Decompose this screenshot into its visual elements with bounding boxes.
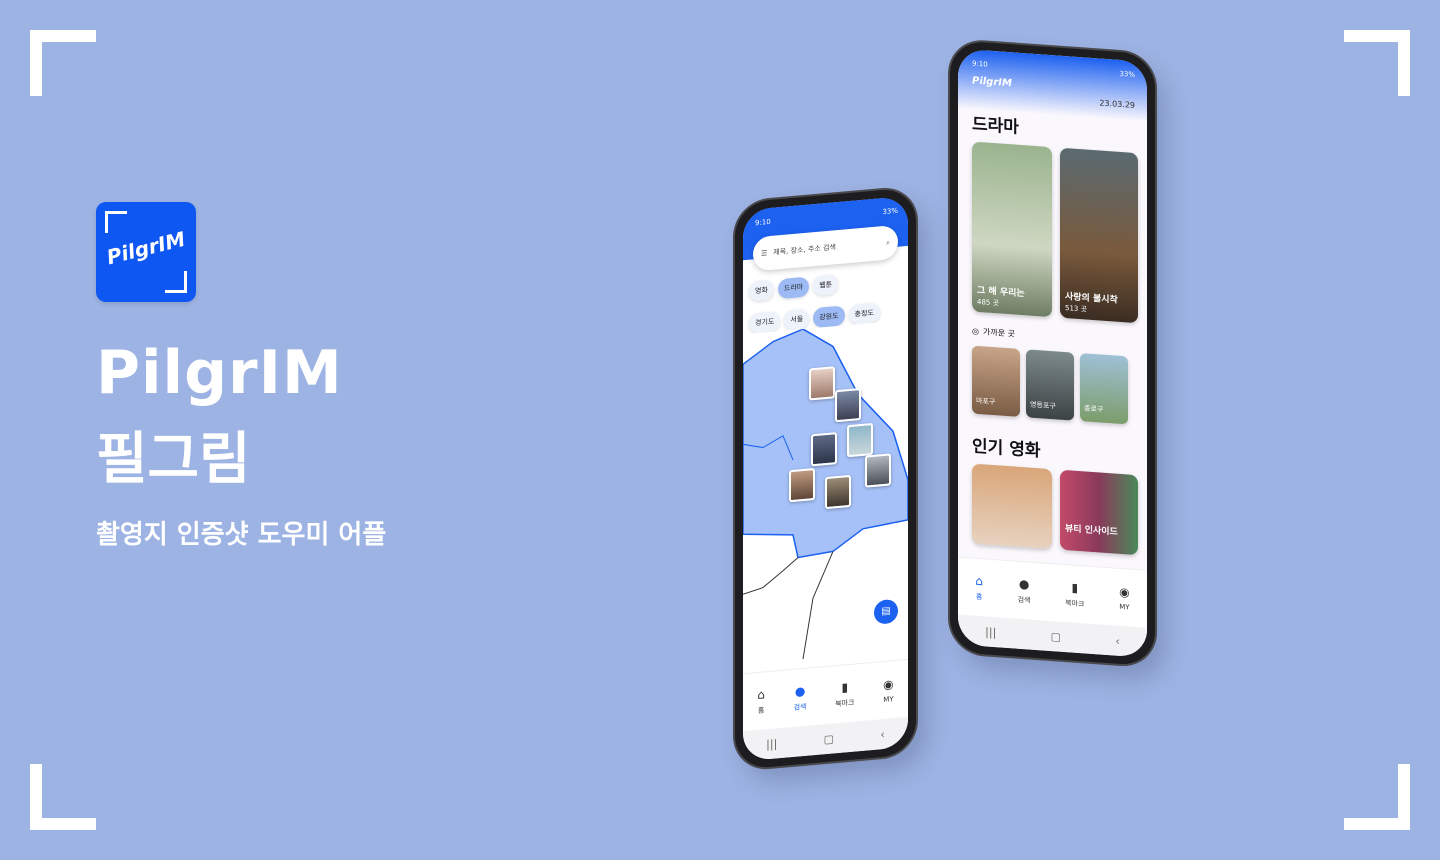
- recents-icon[interactable]: |||: [766, 737, 777, 751]
- map-marker-thumbnail[interactable]: [847, 422, 873, 458]
- corner-bracket-bottom-left: [30, 764, 96, 830]
- back-icon[interactable]: ‹: [880, 727, 884, 740]
- nearby-card[interactable]: 종로구: [1080, 353, 1128, 425]
- nav-home[interactable]: ⌂ 홈: [975, 573, 983, 602]
- menu-icon[interactable]: ☰: [761, 249, 767, 258]
- map-view[interactable]: [743, 319, 908, 685]
- chip-movie[interactable]: 영화: [749, 279, 774, 302]
- nav-bookmark[interactable]: ▮ 북마크: [1065, 580, 1084, 609]
- phone-home-screen: 9:10 33% PilgrIM 23.03.29 드라마 그 해 우리는 48…: [950, 40, 1155, 667]
- section-title-movie: 인기 영화: [972, 436, 1041, 462]
- drama-card[interactable]: 그 해 우리는 485 곳: [972, 141, 1052, 318]
- profile-icon: ◉: [883, 676, 894, 692]
- corner-bracket-top-right: [1344, 30, 1410, 96]
- nearby-card[interactable]: 영등포구: [1026, 349, 1074, 421]
- map-marker-thumbnail[interactable]: [835, 387, 861, 423]
- target-location-icon: ◎: [972, 326, 979, 337]
- app-logo: PilgrIM: [96, 202, 196, 302]
- map-marker-thumbnail[interactable]: [809, 366, 835, 401]
- search-placeholder: 제목, 장소, 주소 검색: [773, 243, 836, 257]
- movie-card[interactable]: [972, 463, 1052, 550]
- chip-webtoon[interactable]: 웹툰: [813, 273, 839, 297]
- corner-bracket-top-left: [30, 30, 96, 96]
- nav-my[interactable]: ◉ MY: [883, 677, 893, 704]
- home-button-icon[interactable]: ▢: [824, 732, 834, 746]
- nav-bookmark[interactable]: ▮ 북마크: [835, 679, 854, 709]
- map-marker-thumbnail[interactable]: [789, 468, 815, 503]
- category-chips: 영화 드라마 웹툰: [749, 268, 908, 302]
- nav-search[interactable]: ● 검색: [794, 683, 807, 712]
- location-pin-icon: ●: [794, 683, 806, 699]
- home-icon: ⌂: [975, 573, 983, 588]
- date-label: 23.03.29: [1099, 98, 1135, 110]
- phone-map-screen: 9:10 33% ☰ 제목, 장소, 주소 검색 ⌕ 영화 드라마 웹툰 경기도…: [735, 187, 916, 770]
- bookmark-icon: ▮: [1071, 579, 1079, 595]
- drama-card[interactable]: 사랑의 불시착 513 곳: [1060, 147, 1138, 324]
- map-marker-thumbnail[interactable]: [825, 474, 851, 510]
- back-icon[interactable]: ‹: [1115, 634, 1119, 647]
- title-english: PilgrIM: [96, 338, 343, 408]
- home-icon: ⌂: [757, 686, 765, 702]
- location-pin-icon: ●: [1018, 576, 1030, 592]
- chip-chungcheong[interactable]: 충청도: [848, 302, 880, 326]
- nav-my[interactable]: ◉ MY: [1119, 584, 1129, 611]
- bookmark-icon: ▮: [841, 679, 849, 695]
- brand-logo: PilgrIM: [972, 75, 1012, 90]
- nav-search[interactable]: ● 검색: [1018, 576, 1031, 605]
- chip-seoul[interactable]: 서울: [784, 308, 810, 331]
- recents-icon[interactable]: |||: [985, 625, 996, 639]
- profile-icon: ◉: [1119, 584, 1130, 600]
- section-title-drama: 드라마: [972, 114, 1019, 138]
- map-marker-thumbnail[interactable]: [865, 453, 891, 488]
- map-marker-thumbnail[interactable]: [811, 432, 837, 467]
- nearby-header: ◎ 가까운 곳: [972, 326, 1015, 339]
- nav-home[interactable]: ⌂ 홈: [757, 687, 765, 716]
- title-korean: 필그림: [96, 427, 251, 492]
- chip-drama[interactable]: 드라마: [777, 276, 810, 300]
- chip-gangwon[interactable]: 강원도: [813, 305, 845, 329]
- search-icon[interactable]: ⌕: [886, 238, 890, 247]
- nearby-card[interactable]: 마포구: [972, 345, 1020, 417]
- corner-bracket-bottom-right: [1344, 764, 1410, 830]
- home-button-icon[interactable]: ▢: [1051, 630, 1061, 644]
- subtitle: 촬영지 인증샷 도우미 어플: [96, 520, 387, 550]
- movie-card[interactable]: 뷰티 인사이드: [1060, 469, 1138, 556]
